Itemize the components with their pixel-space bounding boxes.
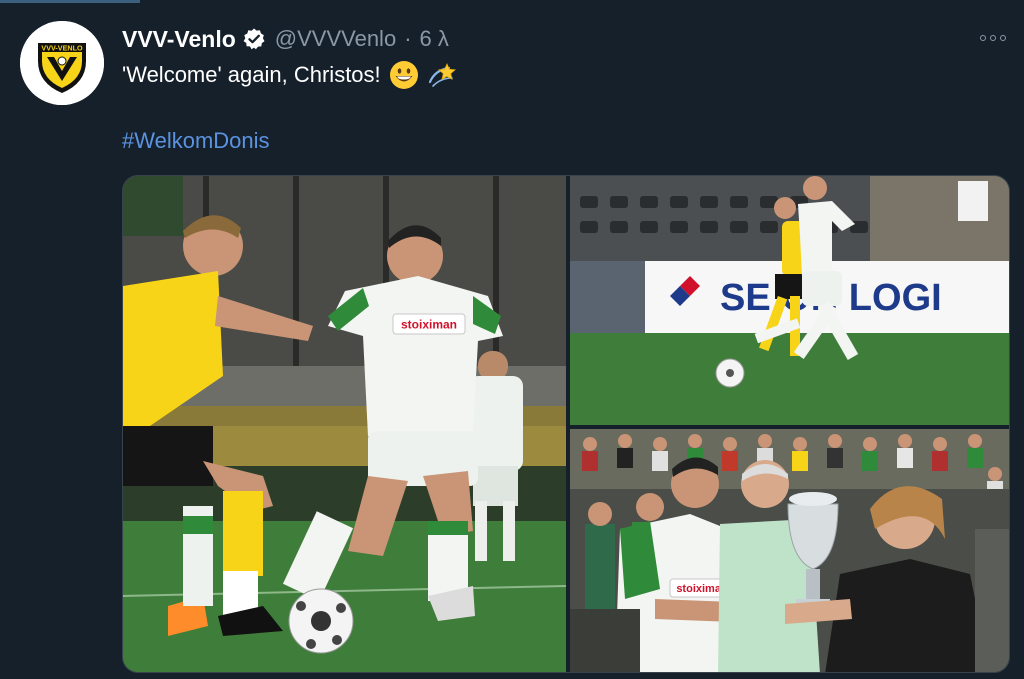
- author-name[interactable]: VVV-Venlo: [122, 26, 236, 53]
- more-dot: [1000, 35, 1006, 41]
- avatar-text: VVV-VENLO: [41, 44, 83, 53]
- shirt-sponsor-text: stoiximan: [401, 318, 457, 332]
- photo-trophy[interactable]: stoiximan: [570, 429, 1009, 672]
- hashtag-link[interactable]: #WelkomDonis: [122, 128, 270, 154]
- tweet-header: VVV-Venlo @VVVVenlo · 6 λ: [122, 24, 449, 54]
- timestamp[interactable]: 6 λ: [420, 26, 449, 52]
- tweet-text: 'Welcome' again, Christos!: [122, 60, 457, 90]
- avatar[interactable]: VVV-VENLO: [20, 21, 104, 105]
- photo-tackle[interactable]: stoiximan: [123, 176, 566, 672]
- tweet-text-content: 'Welcome' again, Christos!: [122, 62, 381, 87]
- more-options-icon[interactable]: [976, 26, 1010, 50]
- tweet[interactable]: VVV-VENLO VVV-Venlo @VVVVenlo · 6 λ 'Wel…: [0, 0, 1024, 679]
- verified-badge-icon: [242, 27, 266, 51]
- author-handle[interactable]: @VVVVenlo: [275, 26, 396, 52]
- more-dot: [990, 35, 996, 41]
- more-dot: [980, 35, 986, 41]
- media-grid: stoiximan SE LOGI stoiximan: [122, 175, 1010, 673]
- dizzy-star-emoji-icon: [427, 60, 457, 90]
- grinning-face-emoji-icon: [389, 60, 419, 90]
- photo-running[interactable]: SE ON LOGI: [570, 176, 1009, 425]
- separator-dot: ·: [404, 26, 412, 51]
